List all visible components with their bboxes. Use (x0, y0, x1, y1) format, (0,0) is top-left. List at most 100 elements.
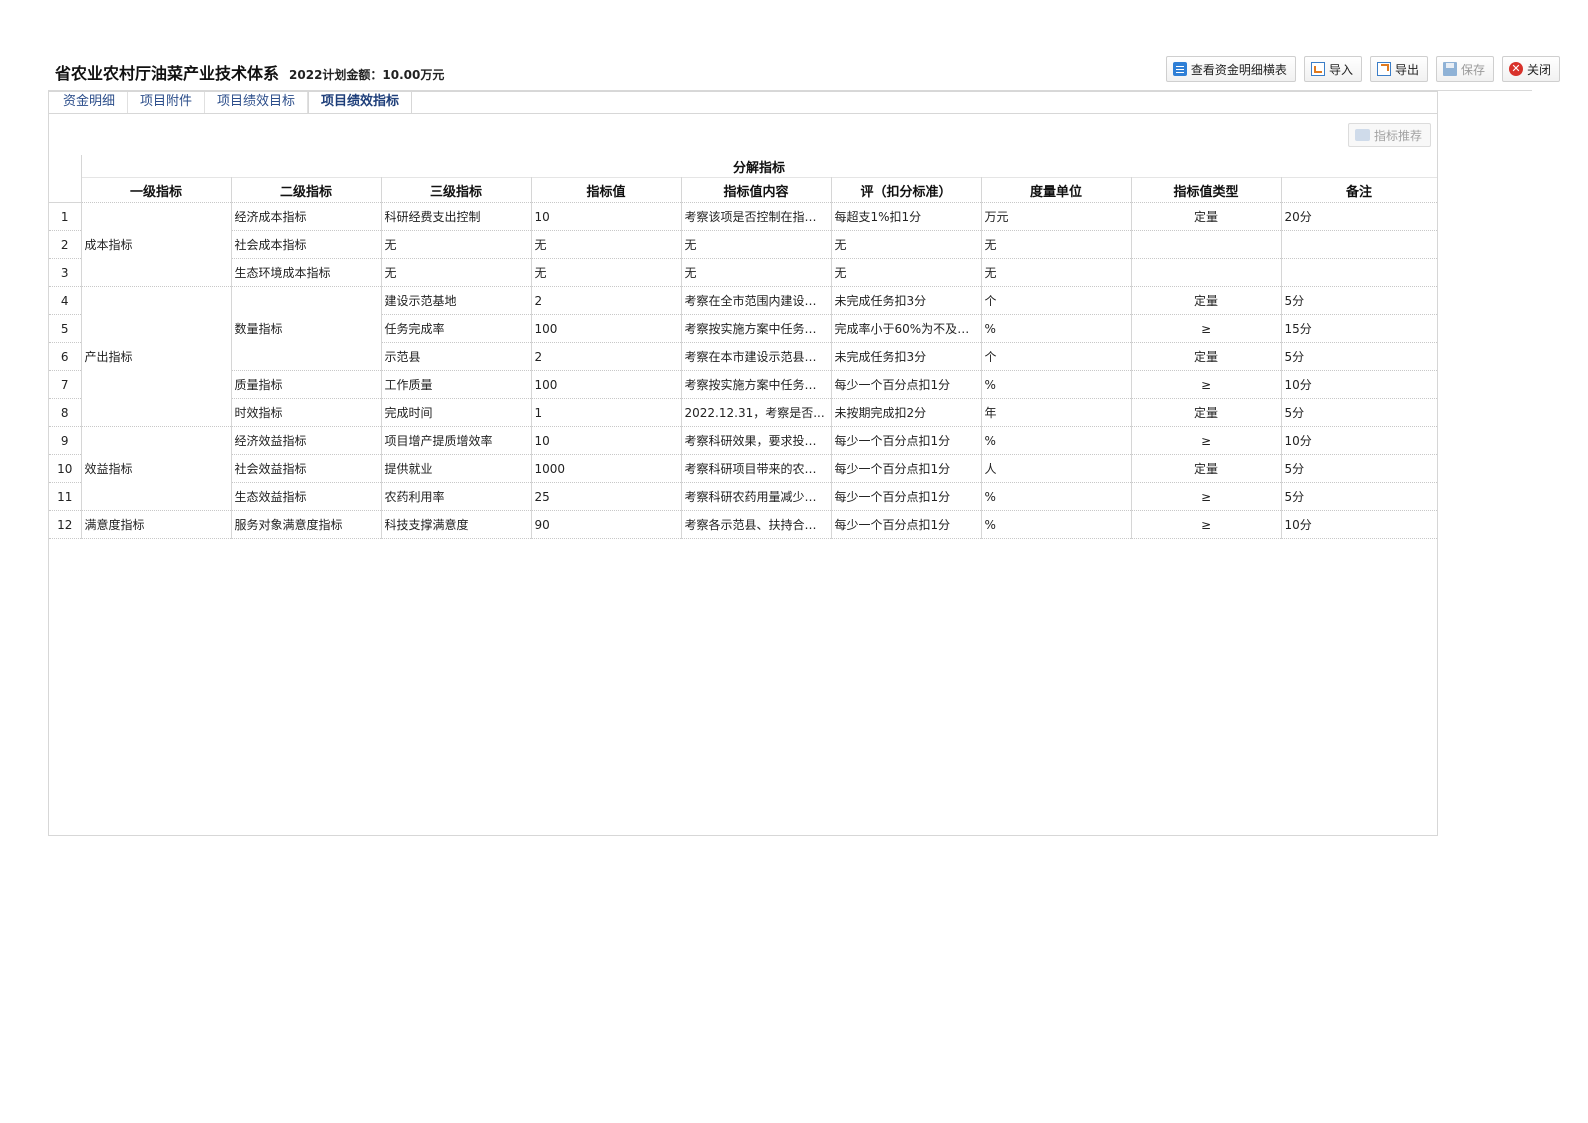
table-row[interactable]: 1 成本指标 经济成本指标 科研经费支出控制 10 考察该项是否控制在指标...… (49, 202, 1438, 287)
score-cell[interactable]: 未按期完成扣2分 (831, 398, 982, 427)
type-cell[interactable]: 定量 (1131, 398, 1282, 427)
value-cell[interactable]: 90 (531, 510, 682, 539)
value-cell[interactable]: 2 (531, 342, 682, 371)
value-cell[interactable]: 100 (531, 370, 682, 399)
view-fund-detail-button[interactable]: 查看资金明细横表 (1165, 56, 1296, 82)
table-row[interactable]: 9 效益指标 经济效益指标 项目增产提质增效率 10 考察科研效果，要求投入..… (49, 426, 1438, 511)
level3-cell[interactable]: 提供就业 (381, 454, 532, 483)
type-cell[interactable]: ≥ (1131, 314, 1282, 343)
level3-cell[interactable]: 农药利用率 (381, 482, 532, 511)
level3-cell[interactable]: 完成时间 (381, 398, 532, 427)
note-cell[interactable] (1281, 230, 1438, 259)
level3-cell[interactable]: 任务完成率 (381, 314, 532, 343)
score-cell[interactable]: 每少一个百分点扣1分 (831, 454, 982, 483)
content-cell[interactable]: 2022.12.31，考察是否... (681, 398, 832, 427)
level3-cell[interactable]: 示范县 (381, 342, 532, 371)
value-cell[interactable]: 2 (531, 286, 682, 315)
content-cell[interactable]: 考察科研效果，要求投入... (681, 426, 832, 455)
note-cell[interactable]: 10分 (1281, 426, 1438, 455)
level2-cell[interactable]: 数量指标 (231, 286, 382, 371)
content-cell[interactable]: 无 (681, 230, 832, 259)
score-cell[interactable]: 每少一个百分点扣1分 (831, 482, 982, 511)
type-cell[interactable]: 定量 (1131, 202, 1282, 231)
type-cell[interactable]: 定量 (1131, 342, 1282, 371)
note-cell[interactable]: 5分 (1281, 286, 1438, 315)
content-cell[interactable]: 考察科研项目带来的农民... (681, 454, 832, 483)
value-cell[interactable]: 1000 (531, 454, 682, 483)
level3-cell[interactable]: 项目增产提质增效率 (381, 426, 532, 455)
table-row[interactable]: 4 产出指标 数量指标 建设示范基地 2 考察在全市范围内建设示... 未完成任… (49, 286, 1438, 427)
score-cell[interactable]: 未完成任务扣3分 (831, 286, 982, 315)
score-cell[interactable]: 无 (831, 258, 982, 287)
level3-cell[interactable]: 工作质量 (381, 370, 532, 399)
import-button[interactable]: 导入 (1303, 56, 1362, 82)
note-cell[interactable]: 15分 (1281, 314, 1438, 343)
export-button[interactable]: 导出 (1369, 56, 1428, 82)
level2-cell[interactable]: 生态环境成本指标 (231, 258, 382, 287)
level2-cell[interactable]: 社会成本指标 (231, 230, 382, 259)
content-cell[interactable]: 考察按实施方案中任务要... (681, 370, 832, 399)
type-cell[interactable]: ≥ (1131, 482, 1282, 511)
unit-cell[interactable]: % (981, 482, 1132, 511)
type-cell[interactable]: ≥ (1131, 426, 1282, 455)
level3-cell[interactable]: 无 (381, 258, 532, 287)
score-cell[interactable]: 每少一个百分点扣1分 (831, 370, 982, 399)
note-cell[interactable]: 5分 (1281, 342, 1438, 371)
note-cell[interactable]: 5分 (1281, 454, 1438, 483)
score-cell[interactable]: 每少一个百分点扣1分 (831, 510, 982, 539)
tab-fund-detail[interactable]: 资金明细 (51, 92, 129, 113)
level3-cell[interactable]: 科研经费支出控制 (381, 202, 532, 231)
unit-cell[interactable]: % (981, 510, 1132, 539)
unit-cell[interactable]: % (981, 426, 1132, 455)
value-cell[interactable]: 10 (531, 426, 682, 455)
level2-cell[interactable]: 服务对象满意度指标 (231, 510, 382, 539)
score-cell[interactable]: 无 (831, 230, 982, 259)
tab-performance-goals[interactable]: 项目绩效目标 (205, 92, 309, 113)
level1-cell[interactable]: 效益指标 (81, 426, 232, 511)
type-cell[interactable]: 定量 (1131, 454, 1282, 483)
unit-cell[interactable]: % (981, 370, 1132, 399)
unit-cell[interactable]: % (981, 314, 1132, 343)
table-row[interactable]: 10 社会效益指标 提供就业 1000 考察科研项目带来的农民... 每少一个百… (49, 454, 1438, 483)
type-cell[interactable] (1131, 258, 1282, 287)
tab-performance-indicators[interactable]: 项目绩效指标 (308, 92, 413, 113)
level2-cell[interactable]: 时效指标 (231, 398, 382, 427)
content-cell[interactable]: 考察在全市范围内建设示... (681, 286, 832, 315)
unit-cell[interactable]: 万元 (981, 202, 1132, 231)
table-row[interactable]: 12 满意度指标 服务对象满意度指标 科技支撑满意度 90 考察各示范县、扶持合… (49, 510, 1438, 539)
level2-cell[interactable]: 经济效益指标 (231, 426, 382, 455)
note-cell[interactable]: 10分 (1281, 370, 1438, 399)
unit-cell[interactable]: 无 (981, 258, 1132, 287)
note-cell[interactable] (1281, 258, 1438, 287)
level2-cell[interactable]: 社会效益指标 (231, 454, 382, 483)
value-cell[interactable]: 100 (531, 314, 682, 343)
type-cell[interactable] (1131, 230, 1282, 259)
unit-cell[interactable]: 个 (981, 286, 1132, 315)
content-cell[interactable]: 考察按实施方案中任务要... (681, 314, 832, 343)
content-cell[interactable]: 考察科研农药用量减少程... (681, 482, 832, 511)
level1-cell[interactable]: 成本指标 (81, 202, 232, 287)
unit-cell[interactable]: 年 (981, 398, 1132, 427)
level1-cell[interactable]: 产出指标 (81, 286, 232, 427)
value-cell[interactable]: 1 (531, 398, 682, 427)
value-cell[interactable]: 10 (531, 202, 682, 231)
save-button[interactable]: 保存 (1435, 56, 1494, 82)
note-cell[interactable]: 5分 (1281, 482, 1438, 511)
level1-cell[interactable]: 满意度指标 (81, 510, 232, 539)
score-cell[interactable]: 未完成任务扣3分 (831, 342, 982, 371)
level2-cell[interactable]: 质量指标 (231, 370, 382, 399)
table-row[interactable]: 2 社会成本指标 无 无 无 无 无 (49, 230, 1438, 259)
note-cell[interactable]: 5分 (1281, 398, 1438, 427)
unit-cell[interactable]: 个 (981, 342, 1132, 371)
score-cell[interactable]: 每少一个百分点扣1分 (831, 426, 982, 455)
table-row[interactable]: 3 生态环境成本指标 无 无 无 无 无 (49, 258, 1438, 287)
score-cell[interactable]: 完成率小于60%为不及格... (831, 314, 982, 343)
value-cell[interactable]: 无 (531, 258, 682, 287)
note-cell[interactable]: 20分 (1281, 202, 1438, 231)
content-cell[interactable]: 无 (681, 258, 832, 287)
level3-cell[interactable]: 建设示范基地 (381, 286, 532, 315)
recommend-indicator-button[interactable]: 指标推荐 (1347, 123, 1431, 147)
unit-cell[interactable]: 无 (981, 230, 1132, 259)
value-cell[interactable]: 无 (531, 230, 682, 259)
table-row[interactable]: 8 时效指标 完成时间 1 2022.12.31，考察是否... 未按期完成扣2… (49, 398, 1438, 427)
